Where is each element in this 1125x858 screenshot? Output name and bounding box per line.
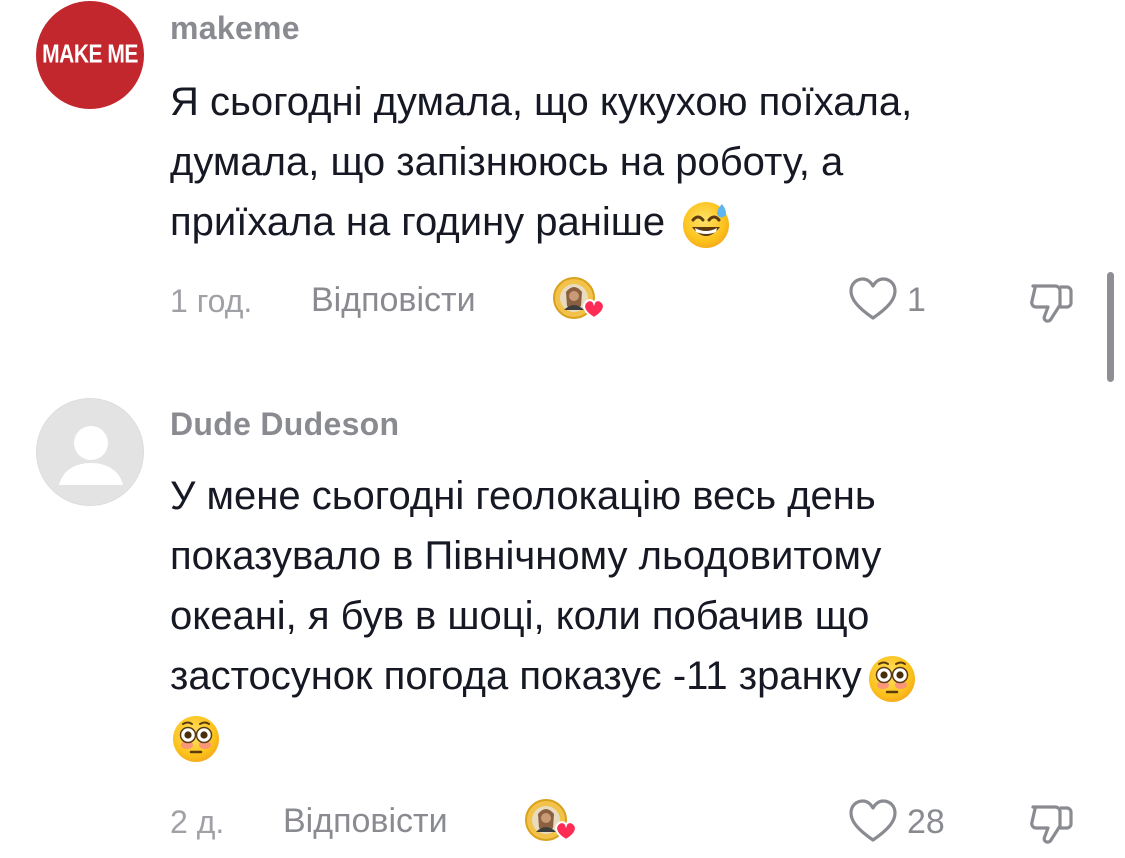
comment-text-line: океані, я був в шоці, коли побачив що <box>170 594 870 638</box>
comment-timestamp: 1 год. <box>170 283 253 319</box>
comment-text-line: У мене сьогодні геолокацію весь день <box>170 474 876 518</box>
comment-text: У мене сьогодні геолокацію весь день пок… <box>170 466 1050 766</box>
like-count: 28 <box>907 802 945 841</box>
avatar-logo-text: MAKE ME <box>42 40 138 69</box>
comment-text-line: показувало в Північному льодовитому <box>170 534 882 578</box>
user-silhouette-icon <box>59 426 123 485</box>
comment-username[interactable]: Dude Dudeson <box>170 406 399 443</box>
comment-text-line: думала, що запізнююсь на роботу, а <box>170 140 844 184</box>
thumbs-down-icon[interactable] <box>1026 276 1078 328</box>
creator-liked-icon <box>522 796 580 848</box>
comment-text-line: Я сьогодні думала, що кукухою поїхала, <box>170 80 913 124</box>
scrollbar[interactable] <box>1107 272 1114 382</box>
like-button[interactable]: 28 <box>847 796 945 848</box>
like-button[interactable]: 1 <box>847 274 926 326</box>
brand-logo-avatar[interactable]: MAKE ME <box>36 1 144 109</box>
creator-liked-icon <box>550 274 608 326</box>
like-count: 1 <box>907 280 926 319</box>
heart-outline-icon[interactable] <box>847 274 899 326</box>
grinning-face-with-sweat-emoji <box>680 198 732 250</box>
thumbs-down-icon[interactable] <box>1026 797 1078 849</box>
flushed-face-emoji <box>866 652 918 704</box>
comment-text-line: застосунок погода показує -11 зранку <box>170 654 862 698</box>
reply-button[interactable]: Відповісти <box>283 802 448 841</box>
reply-button[interactable]: Відповісти <box>311 281 476 320</box>
comment-timestamp: 2 д. <box>170 804 225 840</box>
comment-text-line: приїхала на годину раніше <box>170 200 666 244</box>
comment-text: Я сьогодні думала, що кукухою поїхала, д… <box>170 72 1050 252</box>
heart-outline-icon[interactable] <box>847 796 899 848</box>
default-user-avatar[interactable] <box>36 398 144 506</box>
comment-username[interactable]: makeme <box>170 10 300 47</box>
flushed-face-emoji <box>170 712 222 764</box>
